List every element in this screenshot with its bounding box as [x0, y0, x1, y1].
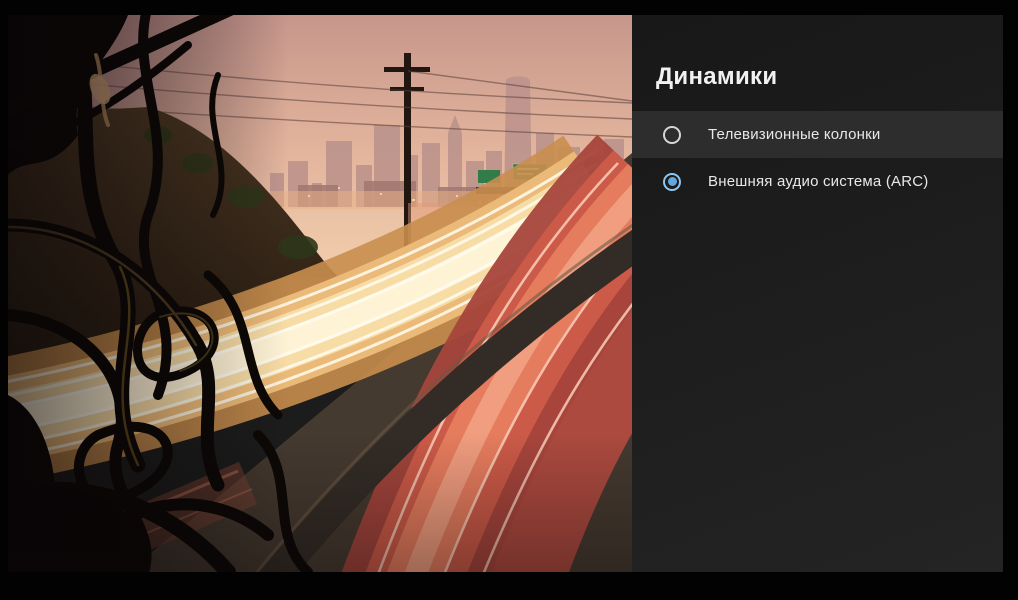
settings-panel: Динамики Телевизионные колонки Внешняя а…: [632, 15, 1003, 572]
tv-screen: Динамики Телевизионные колонки Внешняя а…: [8, 15, 1003, 572]
radio-unchecked-icon: [663, 126, 681, 144]
option-tv-speakers[interactable]: Телевизионные колонки: [632, 111, 1003, 158]
speaker-options-list: Телевизионные колонки Внешняя аудио сист…: [632, 111, 1003, 205]
highway-dusk-scene: [8, 15, 632, 572]
option-external-audio-arc[interactable]: Внешняя аудио система (ARC): [632, 158, 1003, 205]
radio-checked-icon: [663, 173, 681, 191]
background-photo: [8, 15, 632, 572]
option-label: Телевизионные колонки: [708, 126, 881, 143]
tv-bezel: Динамики Телевизионные колонки Внешняя а…: [0, 0, 1018, 600]
page-title: Динамики: [656, 63, 777, 91]
option-label: Внешняя аудио система (ARC): [708, 173, 928, 190]
